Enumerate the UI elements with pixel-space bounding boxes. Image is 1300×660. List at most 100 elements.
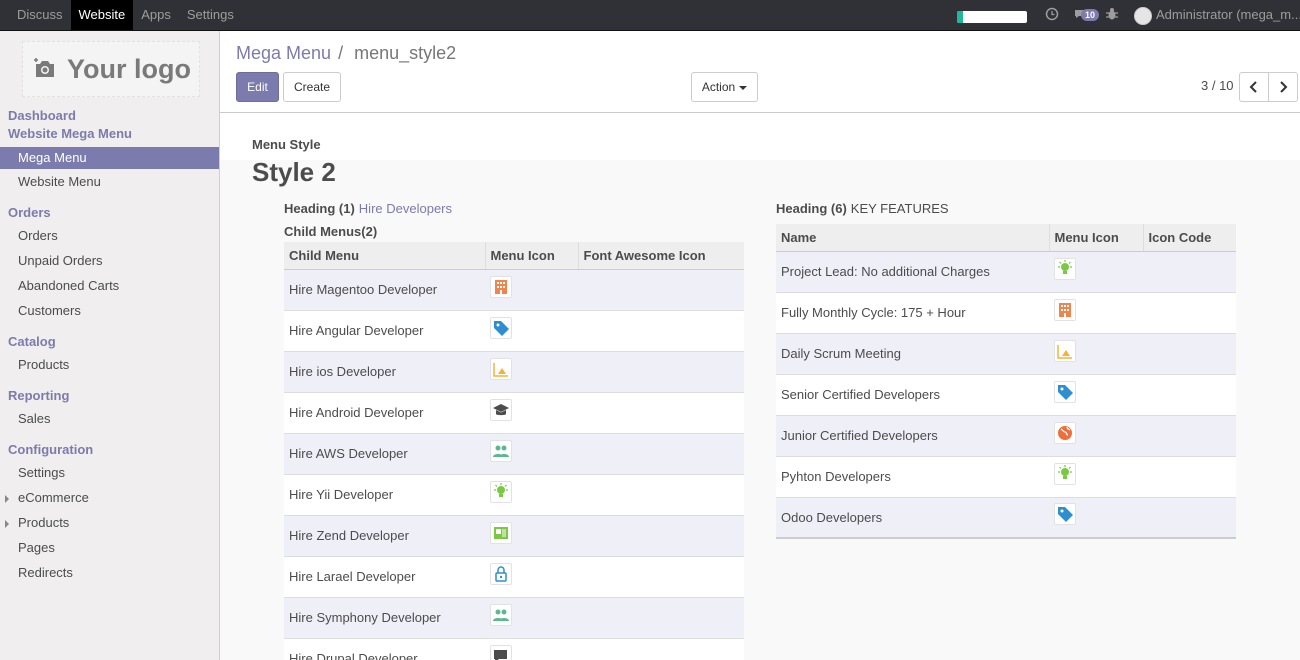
features-table-icon-cell[interactable] — [1049, 455, 1143, 497]
column-header-child-menu[interactable]: Child Menu — [284, 242, 486, 270]
table-row[interactable]: Daily Scrum Meeting — [776, 332, 1236, 374]
avatar[interactable] — [1134, 7, 1152, 25]
child-table-empty-cell[interactable] — [578, 514, 744, 556]
pager-previous-button[interactable] — [1239, 72, 1269, 102]
nav-apps[interactable]: Apps — [133, 0, 179, 30]
logo[interactable]: Your logo — [22, 41, 200, 97]
column-header-menu-icon[interactable]: Menu Icon — [485, 242, 579, 270]
user-menu[interactable]: Administrator (mega_m... — [1156, 0, 1300, 30]
sidebar-item-unpaid-orders[interactable]: Unpaid Orders — [0, 250, 219, 272]
child-table-name-cell[interactable]: Hire AWS Developer — [284, 432, 485, 474]
table-row[interactable]: Senior Certified Developers — [776, 373, 1236, 415]
column-header-font-awesome-icon[interactable]: Font Awesome Icon — [578, 242, 744, 270]
sidebar-item-mega-menu[interactable]: Mega Menu — [0, 147, 219, 169]
sidebar-item-products[interactable]: Products — [0, 354, 219, 376]
child-table-name-cell[interactable]: Hire Larael Developer — [284, 555, 485, 597]
features-table-name-cell[interactable]: Junior Certified Developers — [776, 414, 1049, 456]
features-table-empty-cell[interactable] — [1143, 332, 1236, 374]
features-table-empty-cell[interactable] — [1143, 250, 1236, 292]
bug-icon[interactable] — [1104, 7, 1120, 23]
sidebar-item-customers[interactable]: Customers — [0, 300, 219, 322]
table-row[interactable]: Hire Symphony Developer — [284, 596, 744, 638]
child-table-empty-cell[interactable] — [578, 268, 744, 310]
action-dropdown[interactable]: Action — [691, 72, 758, 102]
features-table-icon-cell[interactable] — [1049, 250, 1143, 292]
child-table-icon-cell[interactable] — [485, 391, 578, 433]
sidebar-item-settings[interactable]: Settings — [0, 462, 219, 484]
clock-icon[interactable] — [1044, 7, 1060, 23]
features-table-name-cell[interactable]: Project Lead: No additional Charges — [776, 250, 1049, 292]
child-table-icon-cell[interactable] — [485, 596, 578, 638]
features-table-empty-cell[interactable] — [1143, 291, 1236, 333]
sidebar-heading-reporting[interactable]: Reporting — [8, 388, 69, 403]
child-table-icon-cell[interactable] — [485, 473, 578, 515]
pager-value[interactable]: 3 / 10 — [1201, 78, 1234, 93]
create-button[interactable]: Create — [283, 72, 341, 102]
child-table-name-cell[interactable]: Hire Yii Developer — [284, 473, 485, 515]
table-row[interactable]: Hire AWS Developer — [284, 432, 744, 474]
features-table-empty-cell[interactable] — [1143, 496, 1236, 538]
sidebar-item-abandoned-carts[interactable]: Abandoned Carts — [0, 275, 219, 297]
table-row[interactable]: Hire Android Developer — [284, 391, 744, 433]
table-row[interactable]: Hire Larael Developer — [284, 555, 744, 597]
table-row[interactable]: Hire Magentoo Developer — [284, 268, 744, 310]
table-row[interactable]: Hire Drupal Developer — [284, 637, 744, 660]
features-table-empty-cell[interactable] — [1143, 373, 1236, 415]
child-table-name-cell[interactable]: Hire ios Developer — [284, 350, 485, 392]
column-header-icon-code[interactable]: Icon Code — [1143, 224, 1236, 252]
column-header-name[interactable]: Name — [776, 224, 1050, 252]
child-table-name-cell[interactable]: Hire Drupal Developer — [284, 637, 485, 660]
child-table-icon-cell[interactable] — [485, 309, 578, 351]
table-row[interactable]: Hire ios Developer — [284, 350, 744, 392]
child-table-icon-cell[interactable] — [485, 637, 578, 660]
features-table-icon-cell[interactable] — [1049, 291, 1143, 333]
sidebar-item-ecommerce[interactable]: eCommerce — [0, 487, 219, 509]
sidebar-heading-catalog[interactable]: Catalog — [8, 334, 56, 349]
nav-settings[interactable]: Settings — [179, 0, 242, 30]
sidebar-item-redirects[interactable]: Redirects — [0, 562, 219, 584]
child-table-empty-cell[interactable] — [578, 391, 744, 433]
edit-button[interactable]: Edit — [236, 72, 279, 102]
table-row[interactable]: Junior Certified Developers — [776, 414, 1236, 456]
onboarding-progress-bar[interactable] — [957, 11, 1027, 23]
child-table-name-cell[interactable]: Hire Magentoo Developer — [284, 268, 485, 310]
child-table-name-cell[interactable]: Hire Angular Developer — [284, 309, 485, 351]
features-table-icon-cell[interactable] — [1049, 414, 1143, 456]
child-table-icon-cell[interactable] — [485, 514, 578, 556]
child-table-empty-cell[interactable] — [578, 473, 744, 515]
features-table-empty-cell[interactable] — [1143, 455, 1236, 497]
sidebar-heading-dashboard[interactable]: Dashboard — [8, 108, 76, 123]
child-table-empty-cell[interactable] — [578, 637, 744, 660]
breadcrumb-parent[interactable]: Mega Menu — [236, 43, 331, 63]
table-row[interactable]: Project Lead: No additional Charges — [776, 250, 1236, 292]
child-table-icon-cell[interactable] — [485, 350, 578, 392]
sidebar-item-sales[interactable]: Sales — [0, 408, 219, 430]
sidebar-heading-website-mega-menu[interactable]: Website Mega Menu — [8, 126, 132, 141]
sidebar-item-pages[interactable]: Pages — [0, 537, 219, 559]
column-header-menu-icon[interactable]: Menu Icon — [1049, 224, 1144, 252]
child-table-name-cell[interactable]: Hire Android Developer — [284, 391, 485, 433]
table-row[interactable]: Hire Zend Developer — [284, 514, 744, 556]
child-table-icon-cell[interactable] — [485, 432, 578, 474]
features-table-icon-cell[interactable] — [1049, 496, 1143, 538]
features-table-name-cell[interactable]: Senior Certified Developers — [776, 373, 1049, 415]
child-table-icon-cell[interactable] — [485, 268, 578, 310]
sidebar-item-config-products[interactable]: Products — [0, 512, 219, 534]
sidebar-heading-configuration[interactable]: Configuration — [8, 442, 93, 457]
table-row[interactable]: Hire Yii Developer — [284, 473, 744, 515]
features-table-name-cell[interactable]: Odoo Developers — [776, 496, 1049, 538]
sidebar-item-website-menu[interactable]: Website Menu — [0, 171, 219, 193]
child-table-empty-cell[interactable] — [578, 350, 744, 392]
child-table-empty-cell[interactable] — [578, 432, 744, 474]
features-table-icon-cell[interactable] — [1049, 332, 1143, 374]
left-heading-link[interactable]: Hire Developers — [359, 201, 452, 216]
table-row[interactable]: Fully Monthly Cycle: 175 + Hour — [776, 291, 1236, 333]
pager-next-button[interactable] — [1268, 72, 1298, 102]
table-row[interactable]: Odoo Developers — [776, 496, 1236, 538]
features-table-icon-cell[interactable] — [1049, 373, 1143, 415]
table-row[interactable]: Hire Angular Developer — [284, 309, 744, 351]
child-table-empty-cell[interactable] — [578, 309, 744, 351]
child-table-icon-cell[interactable] — [485, 555, 578, 597]
child-table-empty-cell[interactable] — [578, 555, 744, 597]
features-table-name-cell[interactable]: Fully Monthly Cycle: 175 + Hour — [776, 291, 1049, 333]
